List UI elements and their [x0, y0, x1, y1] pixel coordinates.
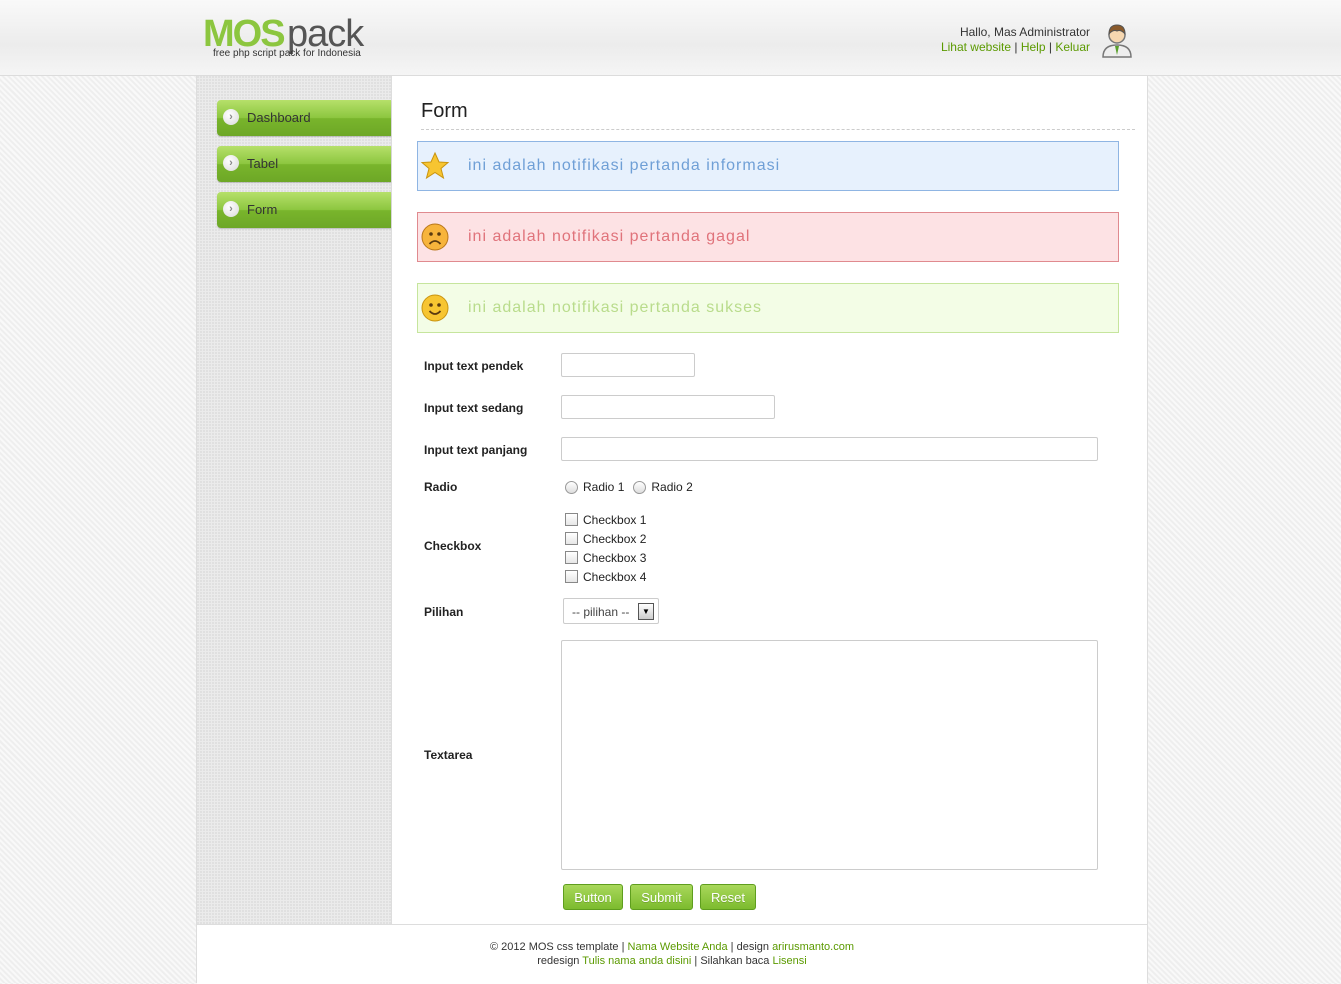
sidebar-item-tabel[interactable]: › Tabel [217, 146, 391, 182]
logout-link[interactable]: Keluar [1055, 40, 1090, 54]
checkbox-2-label: Checkbox 2 [583, 531, 647, 546]
chevron-down-icon: ▼ [638, 603, 654, 620]
sidebar-item-label: Form [247, 202, 278, 217]
footer-redesign-text: redesign [537, 955, 580, 967]
select-label: Pilihan [424, 605, 464, 619]
star-icon [420, 151, 450, 180]
user-avatar-icon [1102, 24, 1132, 58]
chevron-right-icon: › [223, 155, 239, 171]
checkbox-2[interactable] [565, 532, 578, 545]
long-text-input[interactable] [561, 437, 1098, 461]
header: MOS pack free php script pack for Indone… [0, 0, 1341, 76]
checkbox-group: Checkbox 1 Checkbox 2 Checkbox 3 Checkbo… [565, 510, 646, 586]
chevron-right-icon: › [223, 109, 239, 125]
medium-input-label: Input text sedang [424, 401, 524, 415]
checkbox-row: Checkbox 1 [565, 510, 646, 529]
sidebar-item-form[interactable]: › Form [217, 192, 391, 228]
radio-2-label: Radio 2 [651, 480, 693, 494]
textarea-label: Textarea [424, 748, 473, 762]
textarea-input[interactable] [561, 640, 1098, 870]
checkbox-3[interactable] [565, 551, 578, 564]
footer-designer-link[interactable]: arirusmanto.com [772, 941, 854, 953]
success-notice: ini adalah notifikasi pertanda sukses [417, 283, 1119, 333]
footer-copyright: © 2012 MOS css template | [490, 941, 625, 953]
checkbox-4[interactable] [565, 570, 578, 583]
logo[interactable]: MOS pack free php script pack for Indone… [203, 14, 383, 64]
radio-2[interactable] [633, 480, 647, 494]
success-notice-text: ini adalah notifikasi pertanda sukses [468, 299, 763, 316]
page-title: Form [421, 100, 1135, 130]
checkbox-label: Checkbox [424, 539, 482, 553]
view-website-link[interactable]: Lihat website [941, 40, 1011, 54]
checkbox-row: Checkbox 4 [565, 567, 646, 586]
footer-design-text: | design [730, 941, 769, 953]
checkbox-1[interactable] [565, 513, 578, 526]
radio-1[interactable] [565, 480, 578, 494]
checkbox-1-label: Checkbox 1 [583, 512, 647, 527]
user-box: Hallo, Mas Administrator Lihat website |… [941, 25, 1090, 55]
checkbox-3-label: Checkbox 3 [583, 550, 647, 565]
info-notice: ini adalah notifikasi pertanda informasi [417, 141, 1119, 191]
user-greeting: Hallo, Mas Administrator [959, 25, 1090, 39]
short-text-input[interactable] [561, 353, 695, 377]
header-links: Lihat website | Help | Keluar [941, 40, 1090, 55]
medium-text-input[interactable] [561, 395, 775, 419]
sidebar-item-label: Tabel [247, 156, 279, 171]
footer-line-2: redesign Tulis nama anda disini | Silahk… [197, 955, 1147, 967]
link-separator: | [1014, 40, 1018, 54]
sidebar-item-label: Dashboard [247, 110, 311, 125]
help-link[interactable]: Help [1021, 40, 1046, 54]
footer-license-text: | Silahkan baca [694, 955, 770, 967]
short-input-label: Input text pendek [424, 359, 524, 373]
pilihan-select[interactable]: -- pilihan -- ▼ [563, 598, 659, 624]
footer-line-1: © 2012 MOS css template | Nama Website A… [197, 941, 1147, 953]
checkbox-4-label: Checkbox 4 [583, 569, 647, 584]
button-button[interactable]: Button [563, 884, 623, 910]
footer-site-link[interactable]: Nama Website Anda [628, 941, 728, 953]
smiley-icon [421, 294, 449, 322]
footer-author-link[interactable]: Tulis nama anda disini [582, 955, 691, 967]
radio-1-label: Radio 1 [583, 480, 625, 494]
select-value: -- pilihan -- [572, 605, 630, 619]
error-notice: ini adalah notifikasi pertanda gagal [417, 212, 1119, 262]
radio-label: Radio [424, 480, 458, 494]
info-notice-text: ini adalah notifikasi pertanda informasi [468, 157, 781, 174]
logo-tagline: free php script pack for Indonesia [213, 48, 361, 59]
long-input-label: Input text panjang [424, 443, 528, 457]
reset-button[interactable]: Reset [700, 884, 756, 910]
submit-button[interactable]: Submit [630, 884, 693, 910]
sidebar-item-dashboard[interactable]: › Dashboard [217, 100, 391, 136]
sad-face-icon [421, 223, 449, 251]
link-separator: | [1048, 40, 1052, 54]
footer: © 2012 MOS css template | Nama Website A… [197, 924, 1147, 984]
checkbox-row: Checkbox 3 [565, 548, 646, 567]
page-container: › Dashboard › Tabel › Form Form ini adal… [196, 76, 1148, 984]
sidebar: › Dashboard › Tabel › Form [197, 76, 392, 924]
checkbox-row: Checkbox 2 [565, 529, 646, 548]
chevron-right-icon: › [223, 201, 239, 217]
error-notice-text: ini adalah notifikasi pertanda gagal [468, 228, 751, 245]
radio-group: Radio 1 Radio 2 [565, 480, 693, 494]
footer-license-link[interactable]: Lisensi [773, 955, 807, 967]
